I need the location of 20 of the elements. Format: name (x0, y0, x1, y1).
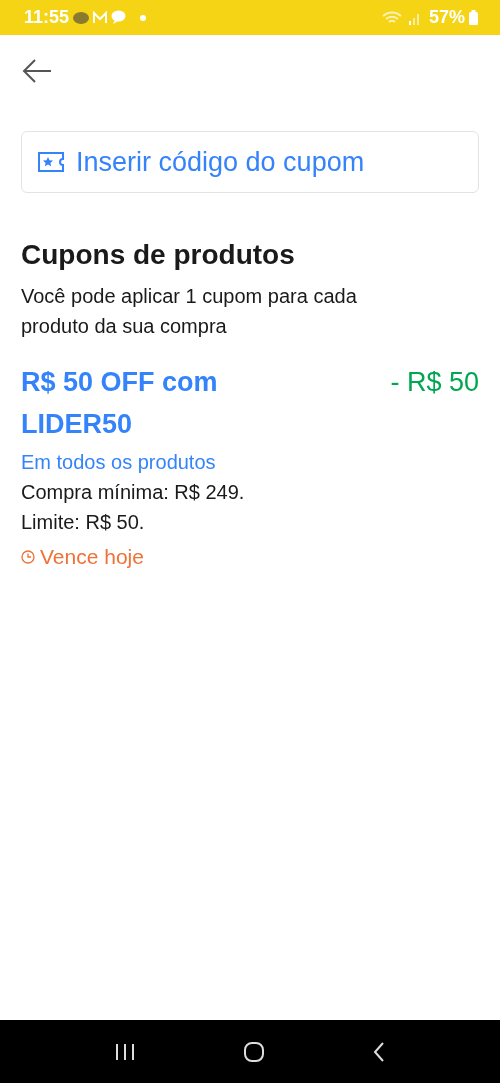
clock-icon (21, 550, 35, 564)
chat-bubble-icon (111, 10, 127, 25)
coupon-code-input[interactable]: Inserir código do cupom (21, 131, 479, 193)
battery-percentage: 57% (428, 7, 465, 28)
section-description: Você pode aplicar 1 cupom para cada produto da sua compra (21, 284, 358, 339)
section-title: Cupons de produtos (21, 239, 296, 271)
ticket-star-icon (38, 151, 64, 173)
coupon-condition: Compra mínima: R$ 249. (21, 480, 246, 505)
home-icon[interactable] (243, 1040, 265, 1063)
back-icon[interactable] (372, 1040, 387, 1063)
dot-icon (140, 14, 147, 21)
coupon-scope: Em todos os produtos (21, 450, 217, 475)
recent-apps-icon[interactable] (113, 1041, 136, 1062)
battery-icon (469, 10, 478, 25)
coupon-title: R$ 50 OFF com LIDER50 (21, 366, 219, 441)
status-time: 11:55 (24, 7, 70, 28)
discount-amount: - R$ 50 (390, 366, 479, 399)
coupon-condition: Limite: R$ 50. (21, 510, 146, 535)
expiry-text: Vence hoje (40, 545, 144, 569)
mail-icon (93, 11, 108, 24)
